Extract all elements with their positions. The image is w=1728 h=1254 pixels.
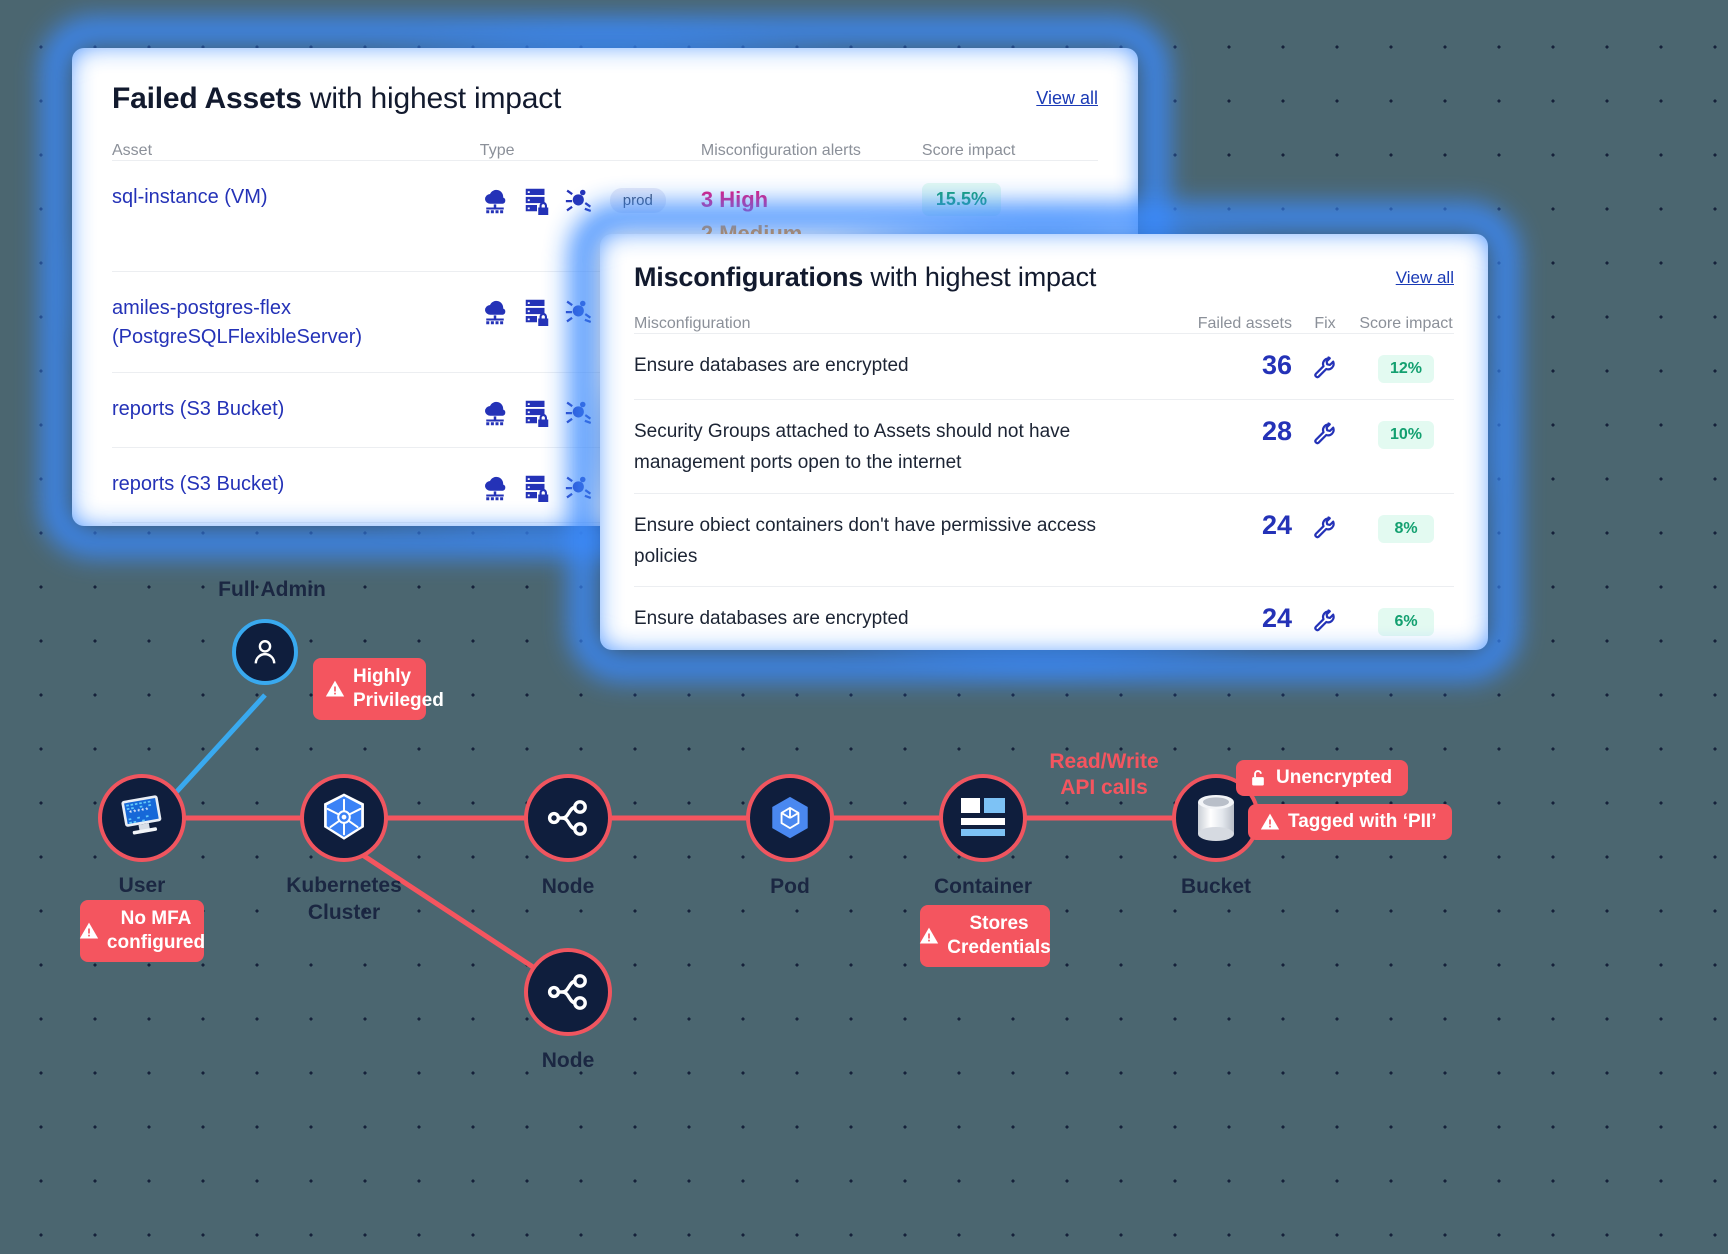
container-icon [961,798,1005,836]
badge-highly-privileged: Highly Privileged [313,658,444,720]
cloud-network-icon [484,402,506,426]
node-container[interactable] [939,774,1027,862]
node-node-1[interactable] [524,774,612,862]
failed-assets-count: 24 [1261,509,1292,540]
misconfigurations-title-bold: Misconfigurations [634,262,864,292]
score-impact-badge: 10% [1377,421,1435,449]
database-lock-icon [525,475,549,503]
misconfigurations-title: Misconfigurations with highest impact [634,262,1454,293]
badge-text: Tagged with ‘PII’ [1288,811,1437,832]
cloud-network-icon [484,477,506,501]
failed-assets-column-headers: Asset Type Misconfiguration alerts Score… [112,142,1098,160]
badge-text: No MFA configured [106,908,206,953]
node-label-bucket: Bucket [1180,875,1252,898]
unlock-icon [1252,770,1264,786]
fix-cell[interactable] [1292,510,1358,545]
node-full-admin[interactable] [232,619,298,685]
badge-text: Highly Privileged [353,666,444,711]
misconfigurations-title-rest: with highest impact [863,262,1097,292]
badge-text: Unencrypted [1276,767,1393,788]
failed-assets-title: Failed Assets with highest impact [112,82,1098,116]
wrench-icon[interactable] [1313,356,1337,380]
node-label-container: Container [933,875,1033,898]
warning-icon [79,922,99,939]
node-label-node-1: Node [541,875,595,898]
table-row[interactable]: Security Groups attached to Assets shoul… [634,399,1454,493]
node-pod[interactable] [746,774,834,862]
asset-name-link[interactable]: amiles-postgres-flex (PostgreSQLFlexible… [112,294,480,352]
misconfiguration-name: Security Groups attached to Assets shoul… [634,421,1071,474]
failed-assets-view-all-link[interactable]: View all [1036,88,1098,109]
warning-icon [1260,813,1280,830]
column-header-failed-assets: Failed assets [1197,315,1292,332]
failed-assets-title-bold: Failed Assets [112,82,302,115]
column-header-misconfiguration: Misconfiguration [634,315,751,332]
node-node-2[interactable] [524,948,612,1036]
asset-name-link[interactable]: reports (S3 Bucket) [112,395,480,424]
badge-tagged-pii: Tagged with ‘PII’ [1248,804,1453,840]
node-label-kubernetes-cluster: Kubernetes Cluster [286,872,402,927]
column-header-alerts: Misconfiguration alerts [700,142,861,159]
edge-label-read-write: Read/Write API calls [1049,749,1159,799]
badge-stores-credentials: Stores Credentials [920,905,1051,967]
node-label-user: User [118,874,166,897]
monitor-password-icon: ***** [121,795,162,835]
user-avatar-icon [254,640,276,664]
node-label-pod: Pod [770,875,810,898]
fix-cell[interactable] [1292,416,1358,451]
asset-name-link[interactable]: reports (S3 Bucket) [112,470,480,499]
wrench-icon[interactable] [1313,422,1337,446]
failed-assets-count: 36 [1261,350,1292,380]
misconfigurations-view-all-link[interactable]: View all [1396,268,1454,288]
pod-icon [772,796,808,839]
column-header-fix: Fix [1314,315,1336,332]
asset-name-link[interactable]: sql-instance (VM) [112,183,480,212]
share-nodes-icon [547,974,587,1010]
failed-assets-title-rest: with highest impact [301,82,562,115]
cloud-network-icon [484,189,506,214]
node-label-full-admin: Full Admin [218,578,326,601]
node-user[interactable]: ***** [98,774,186,862]
fix-cell[interactable] [1292,350,1358,385]
kubernetes-icon [324,793,364,840]
column-header-score-impact: Score impact [1359,315,1453,332]
failed-assets-count: 28 [1261,416,1292,446]
warning-icon [325,680,345,697]
score-impact-cell: 10% [1358,416,1454,449]
warning-icon [920,927,939,944]
column-header-asset: Asset [112,142,153,159]
column-header-score: Score impact [921,142,1016,159]
share-nodes-icon [547,800,587,836]
database-lock-icon [525,188,549,215]
score-impact-badge: 8% [1378,514,1434,543]
node-label-text: Kubernetes Cluster [286,874,402,925]
wrench-icon[interactable] [1313,516,1337,540]
misconfiguration-name: Ensure databases are encrypted [634,355,909,376]
database-lock-icon [525,400,549,428]
screenshot-root: Failed Assets with highest impact View a… [0,0,1728,1254]
column-header-type: Type [479,142,515,159]
misconfigurations-column-headers: Misconfiguration Failed assets Fix Score… [634,315,1454,333]
badge-unencrypted: Unencrypted [1236,760,1409,796]
attack-path-graph: Full Admin Highly Privileged ***** User … [0,560,1728,1254]
badge-text: Stores Credentials [947,913,1051,958]
storage-bucket-icon [1198,795,1234,841]
score-impact-cell: 8% [1358,510,1454,543]
node-label-node-2: Node [541,1049,595,1072]
score-impact-cell: 12% [1358,350,1454,383]
badge-no-mfa: No MFA configured [79,900,206,962]
node-kubernetes-cluster[interactable] [300,774,388,862]
cloud-network-icon [484,301,506,325]
table-row[interactable]: Ensure databases are encrypted 36 12% [634,333,1454,399]
score-impact-badge: 12% [1377,355,1435,383]
database-lock-icon [525,299,549,327]
